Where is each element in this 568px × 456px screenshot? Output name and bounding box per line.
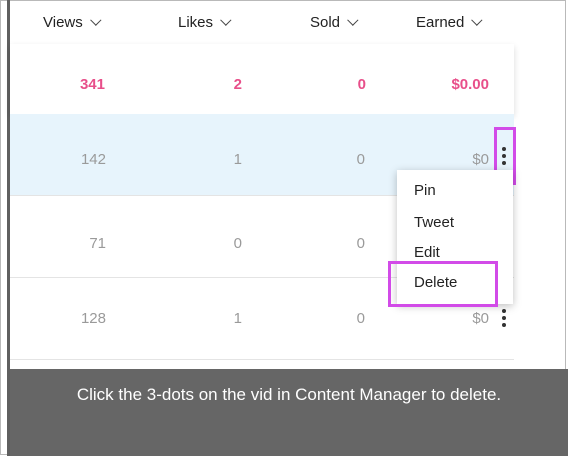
- column-header-label: Sold: [310, 14, 341, 31]
- summary-views: 341: [79, 76, 105, 93]
- chevron-down-icon: [89, 14, 102, 26]
- row-sold: 0: [356, 235, 365, 252]
- summary-sold: 0: [357, 76, 366, 93]
- column-header-label: Views: [43, 14, 83, 31]
- summary-earned: $0.00: [451, 76, 489, 93]
- chevron-down-icon: [347, 14, 359, 26]
- row-sold: 0: [356, 310, 365, 327]
- column-header-views[interactable]: Views: [43, 14, 102, 31]
- column-header-label: Likes: [178, 14, 214, 31]
- row-likes: 1: [233, 310, 242, 327]
- summary-likes: 2: [233, 76, 242, 93]
- row-earned: $0: [472, 310, 489, 327]
- column-header-earned[interactable]: Earned: [416, 14, 483, 31]
- caption-text: Click the 3-dots on the vid in Content M…: [76, 385, 502, 404]
- chevron-down-icon: [220, 14, 232, 26]
- table-header: Views Likes Sold Earned: [10, 0, 514, 46]
- row-sold: 0: [356, 151, 365, 168]
- summary-row: 341 2 0 $0.00: [10, 44, 514, 114]
- column-header-label: Earned: [416, 14, 465, 31]
- column-header-sold[interactable]: Sold: [310, 14, 359, 31]
- row-likes: 1: [233, 151, 242, 168]
- row-likes: 0: [233, 235, 242, 252]
- column-header-likes[interactable]: Likes: [178, 14, 232, 31]
- menu-item-edit[interactable]: Edit: [414, 244, 440, 261]
- highlight-box-delete: [388, 261, 498, 307]
- instruction-caption: Click the 3-dots on the vid in Content M…: [10, 369, 568, 456]
- menu-item-pin[interactable]: Pin: [414, 182, 436, 199]
- more-options-icon[interactable]: [502, 309, 506, 330]
- menu-item-tweet[interactable]: Tweet: [414, 214, 454, 231]
- chevron-down-icon: [471, 14, 483, 26]
- row-earned: $0: [472, 151, 489, 168]
- row-views: 71: [89, 235, 106, 252]
- row-views: 128: [80, 310, 106, 327]
- row-views: 142: [80, 151, 106, 168]
